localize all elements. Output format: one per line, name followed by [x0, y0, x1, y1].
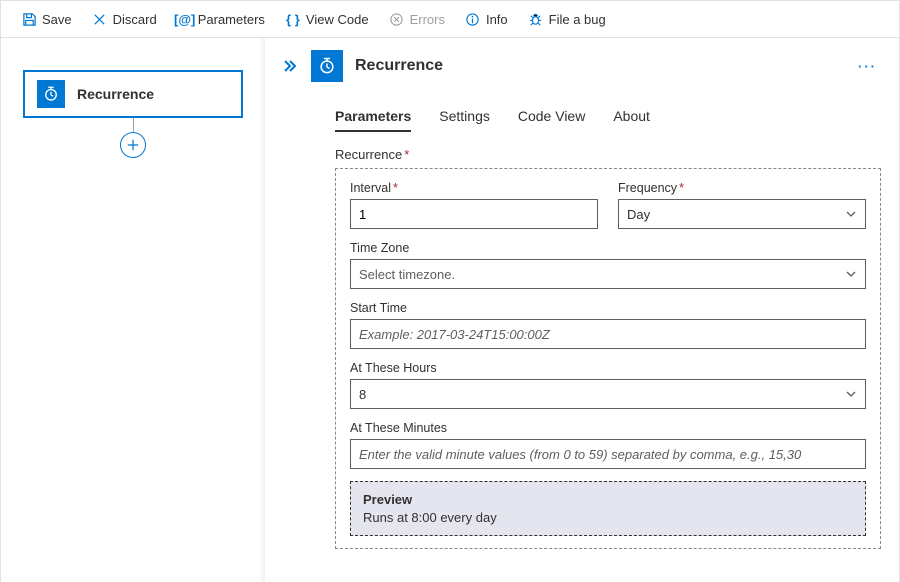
- frequency-select[interactable]: Day: [618, 199, 866, 229]
- section-label: Recurrence*: [335, 147, 881, 162]
- main-area: Recurrence Recurrence ··· Parameters Set…: [1, 38, 899, 582]
- bug-icon: [528, 11, 544, 27]
- viewcode-button[interactable]: { } View Code: [277, 7, 377, 31]
- tab-settings[interactable]: Settings: [439, 104, 490, 132]
- save-button[interactable]: Save: [13, 7, 80, 31]
- errors-button: Errors: [381, 7, 453, 31]
- section-label-text: Recurrence: [335, 147, 402, 162]
- filebug-button[interactable]: File a bug: [520, 7, 614, 31]
- chevron-down-icon: [845, 268, 857, 280]
- chevron-down-icon: [845, 208, 857, 220]
- starttime-label: Start Time: [350, 301, 866, 315]
- info-icon: [465, 11, 481, 27]
- interval-input[interactable]: [350, 199, 598, 229]
- collapse-button[interactable]: [283, 60, 297, 72]
- starttime-input[interactable]: [350, 319, 866, 349]
- hours-value: 8: [359, 387, 366, 402]
- details-panel: Recurrence ··· Parameters Settings Code …: [265, 38, 899, 582]
- hours-select[interactable]: 8: [350, 379, 866, 409]
- required-asterisk: *: [404, 147, 409, 162]
- tab-parameters[interactable]: Parameters: [335, 104, 411, 132]
- panel-header: Recurrence ···: [265, 38, 899, 92]
- discard-icon: [92, 11, 108, 27]
- toolbar: Save Discard [@] Parameters { } View Cod…: [1, 1, 899, 38]
- form-area: Recurrence* Interval* Frequency*: [317, 133, 899, 567]
- tab-about[interactable]: About: [613, 104, 650, 132]
- parameters-icon: [@]: [177, 11, 193, 27]
- clock-icon: [311, 50, 343, 82]
- more-button[interactable]: ···: [854, 59, 881, 74]
- braces-icon: { }: [285, 11, 301, 27]
- interval-input-el[interactable]: [359, 207, 589, 222]
- add-step-row: [23, 132, 243, 158]
- add-step-button[interactable]: [120, 132, 146, 158]
- viewcode-label: View Code: [306, 12, 369, 27]
- timezone-placeholder: Select timezone.: [359, 267, 455, 282]
- timezone-label: Time Zone: [350, 241, 866, 255]
- info-button[interactable]: Info: [457, 7, 516, 31]
- discard-button[interactable]: Discard: [84, 7, 165, 31]
- preview-title: Preview: [363, 492, 853, 507]
- frequency-field-wrap: Frequency* Day: [618, 181, 866, 229]
- error-icon: [389, 11, 405, 27]
- designer-canvas: Recurrence: [1, 38, 265, 582]
- chevron-down-icon: [845, 388, 857, 400]
- save-icon: [21, 11, 37, 27]
- info-label: Info: [486, 12, 508, 27]
- frequency-label: Frequency*: [618, 181, 866, 195]
- recurrence-group: Interval* Frequency* Day: [335, 168, 881, 549]
- clock-icon: [37, 80, 65, 108]
- discard-label: Discard: [113, 12, 157, 27]
- minutes-input[interactable]: [350, 439, 866, 469]
- parameters-label: Parameters: [198, 12, 265, 27]
- preview-box: Preview Runs at 8:00 every day: [350, 481, 866, 536]
- panel-title: Recurrence: [355, 57, 842, 75]
- minutes-input-el[interactable]: [359, 447, 857, 462]
- hours-label: At These Hours: [350, 361, 866, 375]
- interval-field-wrap: Interval*: [350, 181, 598, 229]
- parameters-button[interactable]: [@] Parameters: [169, 7, 273, 31]
- preview-text: Runs at 8:00 every day: [363, 510, 853, 525]
- filebug-label: File a bug: [549, 12, 606, 27]
- timezone-select[interactable]: Select timezone.: [350, 259, 866, 289]
- errors-label: Errors: [410, 12, 445, 27]
- timezone-field-wrap: Time Zone Select timezone.: [350, 241, 866, 289]
- minutes-field-wrap: At These Minutes: [350, 421, 866, 469]
- trigger-title: Recurrence: [77, 86, 154, 102]
- tab-codeview[interactable]: Code View: [518, 104, 585, 132]
- interval-label: Interval*: [350, 181, 598, 195]
- frequency-value: Day: [627, 207, 650, 222]
- save-label: Save: [42, 12, 72, 27]
- panel-tabs: Parameters Settings Code View About: [317, 92, 899, 133]
- minutes-label: At These Minutes: [350, 421, 866, 435]
- starttime-field-wrap: Start Time: [350, 301, 866, 349]
- hours-field-wrap: At These Hours 8: [350, 361, 866, 409]
- starttime-input-el[interactable]: [359, 327, 857, 342]
- trigger-card-recurrence[interactable]: Recurrence: [23, 70, 243, 118]
